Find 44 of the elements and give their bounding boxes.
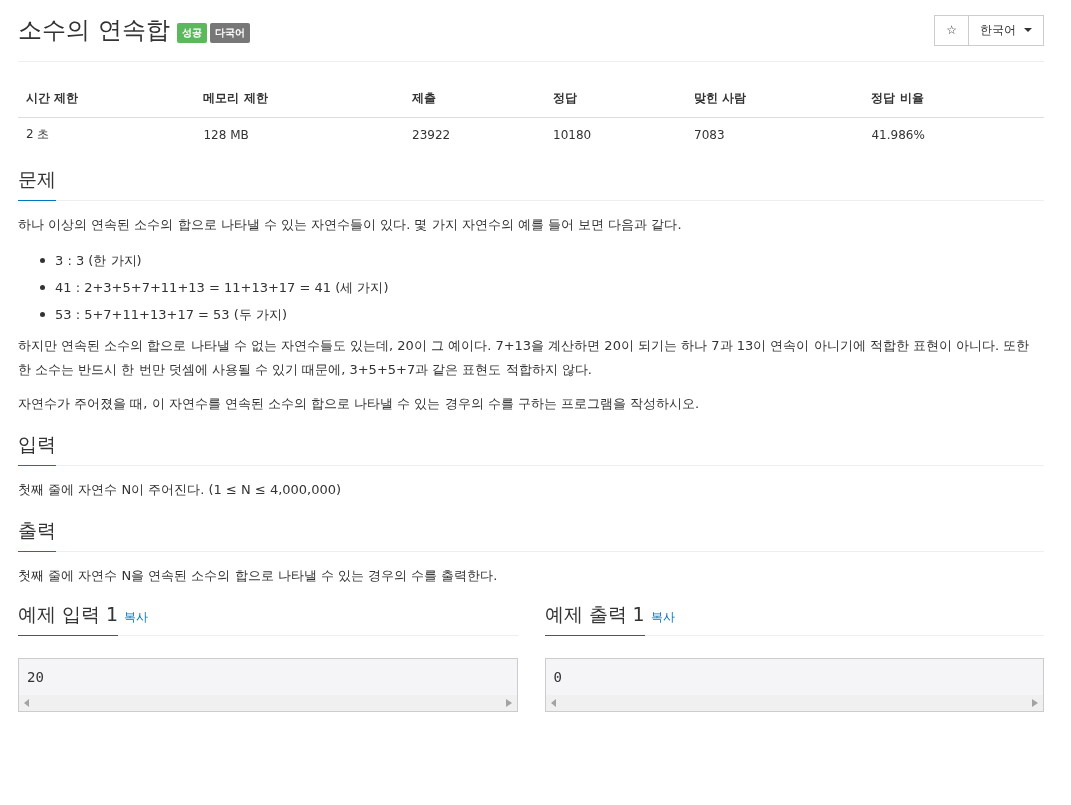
- section-heading: 예제 입력 1: [18, 602, 119, 636]
- bullet-icon: [40, 285, 45, 290]
- left-arrow-icon[interactable]: [550, 699, 557, 707]
- section-heading: 예제 출력 1: [544, 602, 645, 636]
- bullet-icon: [40, 258, 45, 263]
- code-text: 0: [552, 668, 563, 687]
- caret-icon: [1024, 28, 1032, 32]
- status-label: 다국어: [209, 23, 250, 43]
- column-header: 맞힌 사람: [686, 80, 864, 118]
- favorite-star-button[interactable]: ☆: [934, 14, 969, 46]
- bullet-icon: [40, 312, 45, 317]
- table-cell: 41.986%: [863, 117, 1044, 151]
- language-dropdown[interactable]: 한국어: [969, 14, 1044, 46]
- column-header: 정답 비율: [863, 80, 1044, 118]
- table-cell: 2 초: [18, 117, 196, 151]
- table-cell: 7083: [686, 117, 864, 151]
- paragraph: 하지만 연속된 소수의 합으로 나타낼 수 없는 자연수들도 있는데, 20이 그 예이다. 7+13을 계산하면 20이 되기는 하나 7과 13이 연속이 아니기에 적합한 표현이 아니다. 또한 한 소수는 반드시 한 번만 덧셈에 사용될 수 있기 때문에, 3+5+5+7과 같은 표현도 적합하지 않다.: [18, 337, 1031, 379]
- right-arrow-icon[interactable]: [1032, 699, 1038, 707]
- section-heading: 출력: [18, 518, 56, 552]
- horizontal-scrollbar[interactable]: [19, 695, 517, 711]
- copy-link[interactable]: 복사: [650, 609, 675, 626]
- column-header: 메모리 제한: [195, 80, 405, 118]
- list-item: 53 : 5+7+11+13+17 = 53 (두 가지): [55, 306, 288, 324]
- list-item: 3 : 3 (한 가지): [55, 252, 142, 270]
- section-heading: 문제: [18, 167, 56, 201]
- list-item: 41 : 2+3+5+7+11+13 = 11+13+17 = 41 (세 가지): [55, 279, 389, 297]
- table-cell: 23922: [404, 117, 545, 151]
- section-heading: 입력: [18, 432, 56, 466]
- column-header: 시간 제한: [18, 80, 196, 118]
- column-header: 제출: [404, 80, 545, 118]
- code-text: 20: [26, 668, 45, 687]
- paragraph: 첫째 줄에 자연수 N이 주어진다. (1 ≤ N ≤ 4,000,000): [18, 481, 343, 499]
- column-header: 정답: [545, 80, 686, 118]
- paragraph: 하나 이상의 연속된 소수의 합으로 나타낼 수 있는 자연수들이 있다. 몇 가지 자연수의 예를 들어 보면 다음과 같다.: [18, 216, 683, 234]
- paragraph: 첫째 줄에 자연수 N을 연속된 소수의 합으로 나타낼 수 있는 경우의 수를 출력한다.: [18, 567, 499, 585]
- table-cell: 10180: [545, 117, 686, 151]
- left-arrow-icon[interactable]: [24, 699, 30, 707]
- status-label: 성공: [176, 23, 207, 43]
- problem-title: 소수의 연속합: [18, 15, 170, 46]
- table-cell: 128 MB: [195, 117, 405, 151]
- horizontal-scrollbar[interactable]: [545, 695, 1043, 711]
- paragraph: 자연수가 주어졌을 때, 이 자연수를 연속된 소수의 합으로 나타낼 수 있는 경우의 수를 구하는 프로그램을 작성하시오.: [18, 395, 701, 413]
- right-arrow-icon[interactable]: [505, 699, 512, 707]
- copy-link[interactable]: 복사: [124, 609, 149, 626]
